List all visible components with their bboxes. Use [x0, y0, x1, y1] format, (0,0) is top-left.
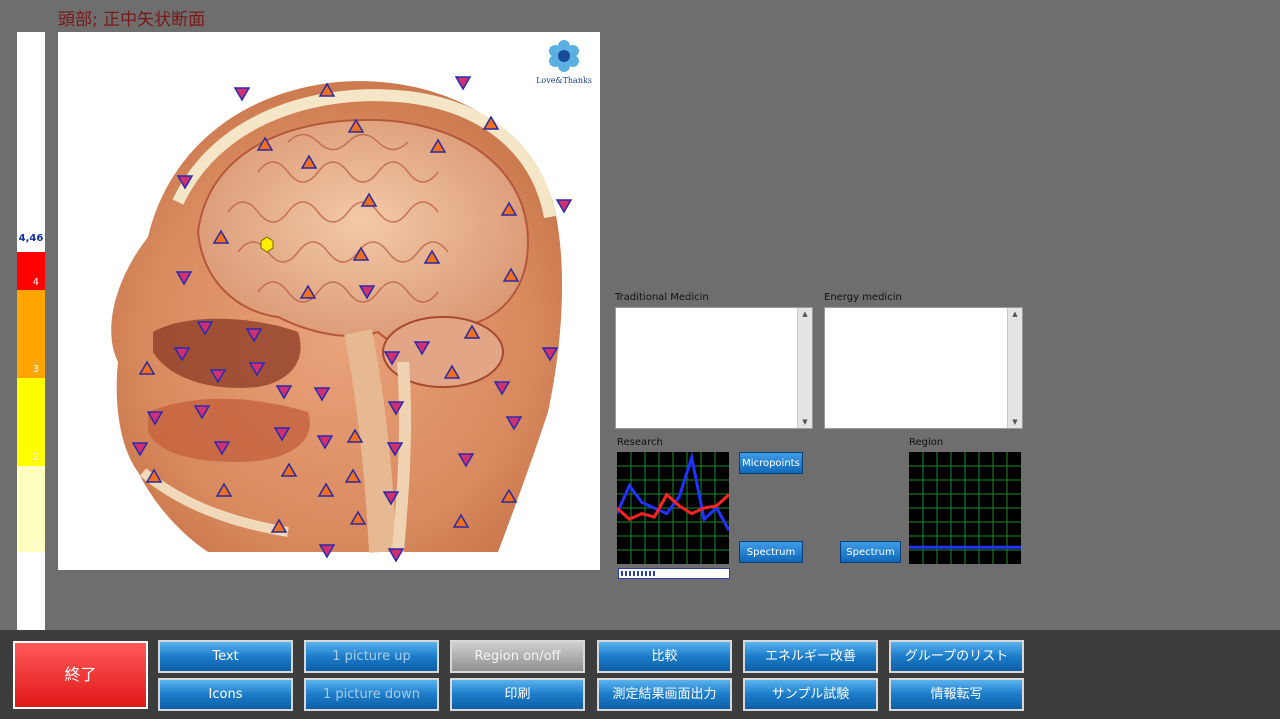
scale-tick-2: 2: [32, 452, 39, 463]
info-transfer-button[interactable]: 情報転写: [889, 678, 1024, 711]
text-button[interactable]: Text: [158, 640, 293, 673]
traditional-medicin-label: Traditional Medicin: [615, 292, 709, 303]
research-label: Research: [617, 437, 663, 448]
scroll-up-icon[interactable]: ▲: [798, 308, 812, 320]
icons-button[interactable]: Icons: [158, 678, 293, 711]
region-toggle-button[interactable]: Region on/off: [450, 640, 585, 673]
spectrum-region-button[interactable]: Spectrum: [840, 541, 901, 563]
anatomy-image[interactable]: Love&Thanks: [58, 32, 600, 570]
group-list-button[interactable]: グループのリスト: [889, 640, 1024, 673]
logo-text: Love&Thanks: [536, 76, 592, 85]
compare-button[interactable]: 比較: [597, 640, 732, 673]
scale-marker: 4,46: [18, 233, 44, 244]
spectrum-research-button[interactable]: Spectrum: [739, 541, 803, 563]
research-progress-bar: [618, 568, 730, 579]
sample-test-button[interactable]: サンプル試験: [743, 678, 878, 711]
scroll-up-icon[interactable]: ▲: [1008, 308, 1022, 320]
exit-button[interactable]: 終了: [13, 641, 148, 709]
region-label: Region: [909, 437, 944, 448]
scroll-down-icon[interactable]: ▼: [1008, 416, 1022, 428]
page-title: 頭部; 正中矢状断面: [58, 10, 206, 30]
energy-medicin-list[interactable]: ▲ ▼: [824, 307, 1023, 429]
selected-point-marker[interactable]: [260, 236, 274, 253]
traditional-medicin-scrollbar[interactable]: ▲ ▼: [797, 308, 812, 428]
flower-logo-icon: [549, 40, 579, 72]
scale-tick-3: 3: [32, 364, 39, 375]
export-results-button[interactable]: 測定結果画面出力: [597, 678, 732, 711]
intensity-scale: 4,46 4 3 2 1: [17, 32, 45, 632]
research-chart: [617, 452, 729, 564]
scroll-down-icon[interactable]: ▼: [798, 416, 812, 428]
scale-tick-1: 1: [32, 539, 39, 550]
research-progress-fill: [621, 571, 656, 576]
head-section-illustration: [111, 76, 573, 563]
picture-up-button[interactable]: 1 picture up: [304, 640, 439, 673]
picture-down-button[interactable]: 1 picture down: [304, 678, 439, 711]
energy-medicin-scrollbar[interactable]: ▲ ▼: [1007, 308, 1022, 428]
brand-logo: Love&Thanks: [534, 38, 594, 85]
energy-improve-button[interactable]: エネルギー改善: [743, 640, 878, 673]
traditional-medicin-list[interactable]: ▲ ▼: [615, 307, 813, 429]
scale-tick-4: 4: [32, 277, 39, 288]
micropoints-button[interactable]: Micropoints: [739, 452, 803, 474]
energy-medicin-label: Energy medicin: [824, 292, 902, 303]
region-chart: [909, 452, 1021, 564]
print-button[interactable]: 印刷: [450, 678, 585, 711]
